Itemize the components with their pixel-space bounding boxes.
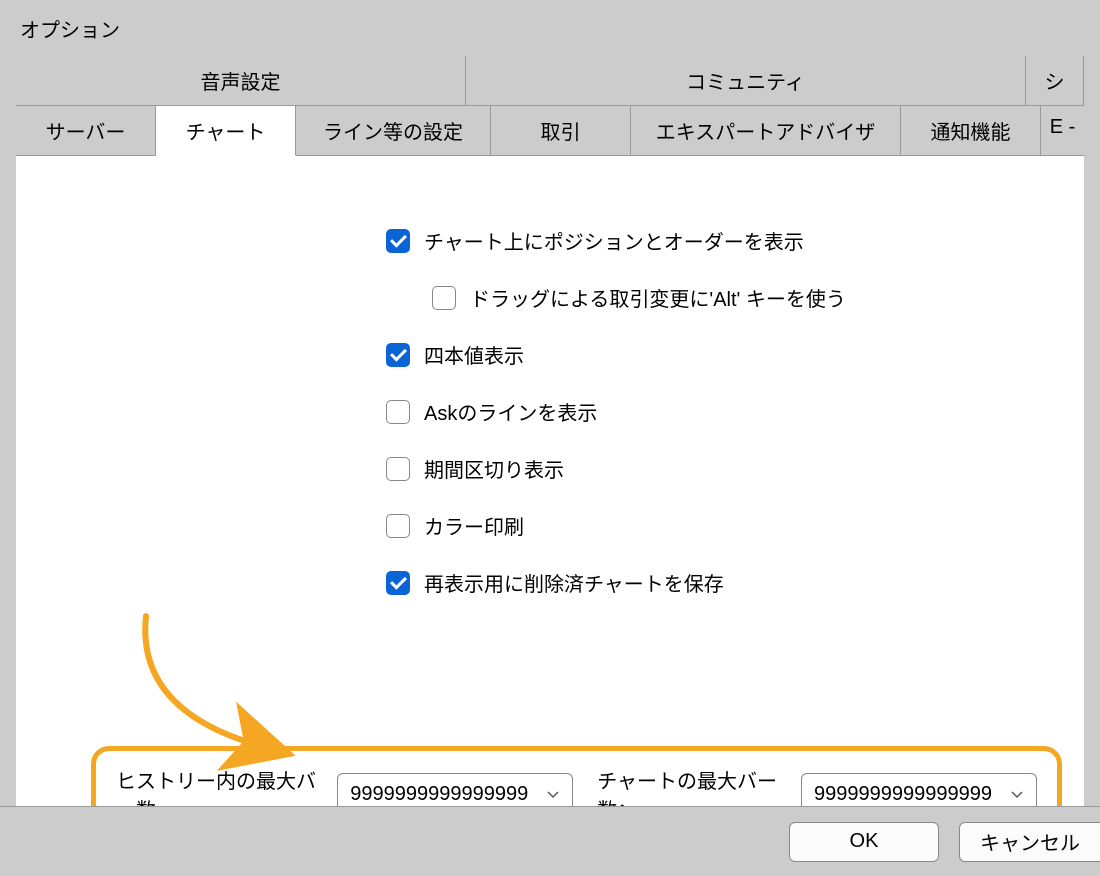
- combo-chart-value: 9999999999999999: [814, 783, 992, 806]
- tabs-top-row: 音声設定 コミュニティ シ: [16, 56, 1084, 106]
- combo-history-value: 9999999999999999: [350, 783, 528, 806]
- tab-expert-advisor[interactable]: エキスパートアドバイザ: [631, 106, 901, 156]
- checkbox-show-positions[interactable]: [386, 229, 410, 253]
- label-color-print: カラー印刷: [424, 511, 524, 540]
- tab-chart[interactable]: チャート: [156, 106, 296, 156]
- option-ask-line: Askのラインを表示: [386, 397, 1044, 426]
- checkbox-ask-line[interactable]: [386, 400, 410, 424]
- label-ohlc: 四本値表示: [424, 340, 524, 369]
- label-period-separator: 期間区切り表示: [424, 454, 564, 483]
- checkbox-color-print[interactable]: [386, 514, 410, 538]
- tab-trade[interactable]: 取引: [491, 106, 631, 156]
- tab-signals[interactable]: シ: [1026, 56, 1084, 106]
- dialog-footer: OK キャンセル: [0, 806, 1100, 876]
- label-show-positions: チャート上にポジションとオーダーを表示: [424, 226, 804, 255]
- tab-lines[interactable]: ライン等の設定: [296, 106, 491, 156]
- tab-community[interactable]: コミュニティ: [466, 56, 1026, 106]
- option-show-positions: チャート上にポジションとオーダーを表示: [386, 226, 1044, 255]
- window-title: オプション: [0, 0, 1100, 56]
- tabs-secondary-row: サーバー チャート ライン等の設定 取引 エキスパートアドバイザ 通知機能 E …: [16, 106, 1084, 156]
- chart-options-panel: チャート上にポジションとオーダーを表示 ドラッグによる取引変更に'Alt' キー…: [16, 156, 1084, 876]
- checkbox-save-deleted-charts[interactable]: [386, 571, 410, 595]
- checkbox-alt-drag[interactable]: [432, 286, 456, 310]
- label-alt-drag: ドラッグによる取引変更に'Alt' キーを使う: [470, 283, 846, 312]
- tab-server[interactable]: サーバー: [16, 106, 156, 156]
- chevron-down-icon: [1010, 787, 1024, 801]
- checkbox-period-separator[interactable]: [386, 457, 410, 481]
- checkbox-ohlc[interactable]: [386, 343, 410, 367]
- ok-button[interactable]: OK: [789, 822, 939, 862]
- option-alt-drag: ドラッグによる取引変更に'Alt' キーを使う: [386, 283, 1044, 312]
- tab-email[interactable]: E -: [1041, 106, 1084, 156]
- tab-notifications[interactable]: 通知機能: [901, 106, 1041, 156]
- label-save-deleted-charts: 再表示用に削除済チャートを保存: [424, 568, 724, 597]
- option-ohlc: 四本値表示: [386, 340, 1044, 369]
- window-title-text: オプション: [20, 14, 120, 43]
- label-ask-line: Askのラインを表示: [424, 397, 597, 426]
- chevron-down-icon: [546, 787, 560, 801]
- tab-audio[interactable]: 音声設定: [16, 56, 466, 106]
- option-period-separator: 期間区切り表示: [386, 454, 1044, 483]
- option-save-deleted-charts: 再表示用に削除済チャートを保存: [386, 568, 1044, 597]
- option-color-print: カラー印刷: [386, 511, 1044, 540]
- cancel-button[interactable]: キャンセル: [959, 822, 1100, 862]
